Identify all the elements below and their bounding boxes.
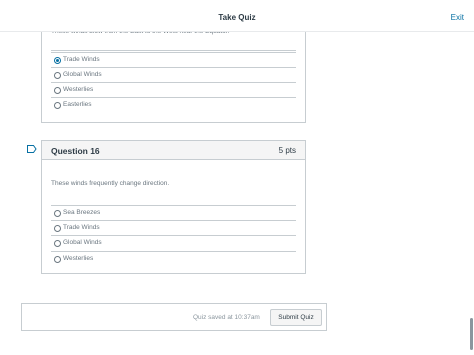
radio-button[interactable] (54, 87, 61, 94)
previous-question-card: These winds blow from the East to the We… (41, 22, 306, 123)
page-title: Take Quiz (218, 13, 256, 22)
top-bar: Take Quiz Exit (0, 0, 474, 32)
answer-option[interactable]: Easterlies (51, 97, 296, 112)
question-points: 5 pts (278, 146, 296, 155)
question-text: These winds frequently change direction. (51, 180, 170, 187)
quiz-footer: Quiz saved at 10:37am Submit Quiz (21, 303, 327, 331)
answer-option[interactable]: Westerlies (51, 251, 296, 266)
radio-button[interactable] (54, 102, 61, 109)
answer-option[interactable]: Sea Breezes (51, 205, 296, 220)
answer-option[interactable]: Trade Winds (51, 220, 296, 235)
answer-label: Trade Winds (63, 224, 100, 231)
answer-option[interactable]: Trade Winds (51, 52, 296, 67)
answer-option[interactable]: Global Winds (51, 67, 296, 82)
submit-quiz-button[interactable]: Submit Quiz (270, 309, 322, 326)
question-card: Question 16 5 pts These winds frequently… (41, 140, 306, 274)
answer-option[interactable]: Global Winds (51, 235, 296, 250)
question-title: Question 16 (51, 146, 100, 156)
answer-option[interactable]: Westerlies (51, 82, 296, 97)
radio-button[interactable] (54, 240, 61, 247)
exit-link[interactable]: Exit (451, 13, 464, 22)
answer-label: Global Winds (63, 239, 102, 246)
answer-label: Global Winds (63, 71, 102, 78)
divider (51, 50, 296, 51)
radio-button[interactable] (54, 225, 61, 232)
radio-button[interactable] (54, 210, 61, 217)
radio-button[interactable] (54, 72, 61, 79)
scrollbar-thumb[interactable] (470, 318, 473, 350)
radio-button[interactable] (54, 256, 61, 263)
saved-status: Quiz saved at 10:37am (193, 314, 260, 321)
answer-label: Westerlies (63, 86, 94, 93)
radio-button-selected[interactable] (54, 57, 61, 64)
question-header: Question 16 5 pts (42, 141, 305, 160)
answer-label: Trade Winds (63, 56, 100, 63)
flag-question-icon[interactable] (27, 145, 37, 153)
answer-label: Westerlies (63, 255, 94, 262)
answer-label: Sea Breezes (63, 209, 101, 216)
answer-label: Easterlies (63, 101, 92, 108)
